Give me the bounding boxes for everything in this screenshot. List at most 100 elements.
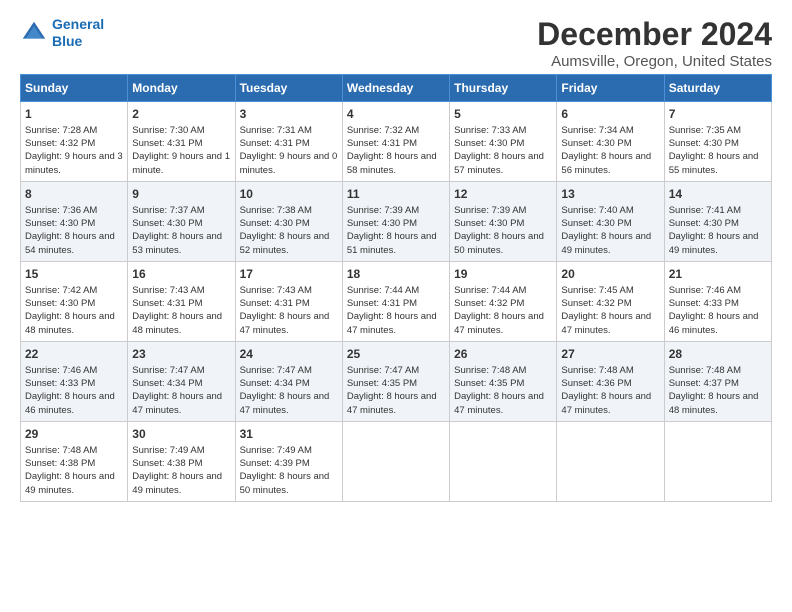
sunset: Sunset: 4:38 PM bbox=[25, 458, 95, 469]
sunrise: Sunrise: 7:41 AM bbox=[669, 205, 741, 216]
sunset: Sunset: 4:31 PM bbox=[347, 138, 417, 149]
sunrise: Sunrise: 7:33 AM bbox=[454, 125, 526, 136]
sunrise: Sunrise: 7:47 AM bbox=[240, 365, 312, 376]
calendar-cell: 12 Sunrise: 7:39 AM Sunset: 4:30 PM Dayligh… bbox=[450, 181, 557, 261]
sunset: Sunset: 4:30 PM bbox=[669, 218, 739, 229]
daylight: Daylight: 9 hours and 3 minutes. bbox=[25, 151, 123, 175]
calendar-cell: 9 Sunrise: 7:37 AM Sunset: 4:30 PM Daylight… bbox=[128, 181, 235, 261]
calendar-cell: 11Sunrise: 7:39 AMSunset: 4:30 PMDayligh… bbox=[342, 181, 449, 261]
col-saturday: Saturday bbox=[664, 75, 771, 102]
sunset: Sunset: 4:31 PM bbox=[132, 138, 202, 149]
calendar-cell: 21Sunrise: 7:46 AMSunset: 4:33 PMDayligh… bbox=[664, 261, 771, 341]
calendar-cell: 28Sunrise: 7:48 AMSunset: 4:37 PMDayligh… bbox=[664, 341, 771, 421]
calendar-cell: 5Sunrise: 7:33 AMSunset: 4:30 PMDaylight… bbox=[450, 102, 557, 182]
daylight: Daylight: 8 hours and 53 minutes. bbox=[132, 231, 222, 255]
calendar-cell: 29Sunrise: 7:48 AMSunset: 4:38 PMDayligh… bbox=[21, 421, 128, 501]
sunrise: Sunrise: 7:44 AM bbox=[454, 285, 526, 296]
sunrise: Sunrise: 7:49 AM bbox=[240, 445, 312, 456]
sunrise: Sunrise: 7:46 AM bbox=[669, 285, 741, 296]
sunrise: Sunrise: 7:37 AM bbox=[132, 205, 204, 216]
calendar-cell: 20Sunrise: 7:45 AMSunset: 4:32 PMDayligh… bbox=[557, 261, 664, 341]
header: General Blue December 2024 Aumsville, Or… bbox=[20, 16, 772, 70]
sunrise: Sunrise: 7:30 AM bbox=[132, 125, 204, 136]
daylight: Daylight: 8 hours and 58 minutes. bbox=[347, 151, 437, 175]
daylight: Daylight: 9 hours and 1 minute. bbox=[132, 151, 230, 175]
sunset: Sunset: 4:39 PM bbox=[240, 458, 310, 469]
sunset: Sunset: 4:35 PM bbox=[454, 378, 524, 389]
sunrise: Sunrise: 7:48 AM bbox=[561, 365, 633, 376]
daylight: Daylight: 8 hours and 48 minutes. bbox=[25, 311, 115, 335]
calendar-cell: 8Sunrise: 7:36 AMSunset: 4:30 PMDaylight… bbox=[21, 181, 128, 261]
day-number: 22 bbox=[25, 346, 123, 363]
sunrise: Sunrise: 7:45 AM bbox=[561, 285, 633, 296]
week-row-3: 22Sunrise: 7:46 AMSunset: 4:33 PMDayligh… bbox=[21, 341, 772, 421]
daylight: Daylight: 8 hours and 49 minutes. bbox=[561, 231, 651, 255]
sunset: Sunset: 4:38 PM bbox=[132, 458, 202, 469]
daylight: Daylight: 8 hours and 47 minutes. bbox=[347, 311, 437, 335]
calendar-cell: 17Sunrise: 7:43 AMSunset: 4:31 PMDayligh… bbox=[235, 261, 342, 341]
sunset: Sunset: 4:34 PM bbox=[132, 378, 202, 389]
day-number: 27 bbox=[561, 346, 659, 363]
sunrise: Sunrise: 7:39 AM bbox=[454, 205, 526, 216]
calendar-cell: 1Sunrise: 7:28 AMSunset: 4:32 PMDaylight… bbox=[21, 102, 128, 182]
day-number: 11 bbox=[347, 186, 445, 203]
calendar-cell: 22Sunrise: 7:46 AMSunset: 4:33 PMDayligh… bbox=[21, 341, 128, 421]
calendar-cell: 24Sunrise: 7:47 AMSunset: 4:34 PMDayligh… bbox=[235, 341, 342, 421]
day-number: 29 bbox=[25, 426, 123, 443]
sunset: Sunset: 4:32 PM bbox=[561, 298, 631, 309]
sunrise: Sunrise: 7:43 AM bbox=[132, 285, 204, 296]
calendar-cell: 4Sunrise: 7:32 AMSunset: 4:31 PMDaylight… bbox=[342, 102, 449, 182]
sunrise: Sunrise: 7:47 AM bbox=[132, 365, 204, 376]
sunrise: Sunrise: 7:46 AM bbox=[25, 365, 97, 376]
calendar-cell: 18Sunrise: 7:44 AMSunset: 4:31 PMDayligh… bbox=[342, 261, 449, 341]
sunrise: Sunrise: 7:35 AM bbox=[669, 125, 741, 136]
sunrise: Sunrise: 7:48 AM bbox=[454, 365, 526, 376]
day-number: 18 bbox=[347, 266, 445, 283]
day-number: 30 bbox=[132, 426, 230, 443]
calendar-cell bbox=[342, 421, 449, 501]
sunset: Sunset: 4:31 PM bbox=[240, 298, 310, 309]
day-number: 26 bbox=[454, 346, 552, 363]
sunset: Sunset: 4:30 PM bbox=[454, 218, 524, 229]
day-number: 23 bbox=[132, 346, 230, 363]
main-title: December 2024 bbox=[537, 16, 772, 53]
calendar-cell: 13Sunrise: 7:40 AMSunset: 4:30 PMDayligh… bbox=[557, 181, 664, 261]
day-number: 3 bbox=[240, 106, 338, 123]
day-number: 21 bbox=[669, 266, 767, 283]
calendar-cell: 27Sunrise: 7:48 AMSunset: 4:36 PMDayligh… bbox=[557, 341, 664, 421]
sunset: Sunset: 4:30 PM bbox=[132, 218, 202, 229]
daylight: Daylight: 8 hours and 48 minutes. bbox=[132, 311, 222, 335]
daylight: Daylight: 8 hours and 57 minutes. bbox=[454, 151, 544, 175]
sunrise: Sunrise: 7:40 AM bbox=[561, 205, 633, 216]
day-number: 19 bbox=[454, 266, 552, 283]
calendar-cell: 25Sunrise: 7:47 AMSunset: 4:35 PMDayligh… bbox=[342, 341, 449, 421]
day-number: 28 bbox=[669, 346, 767, 363]
sunset: Sunset: 4:30 PM bbox=[454, 138, 524, 149]
daylight: Daylight: 8 hours and 54 minutes. bbox=[25, 231, 115, 255]
sunrise: Sunrise: 7:43 AM bbox=[240, 285, 312, 296]
sunset: Sunset: 4:31 PM bbox=[240, 138, 310, 149]
sunrise: Sunrise: 7:42 AM bbox=[25, 285, 97, 296]
header-row: Sunday Monday Tuesday Wednesday Thursday… bbox=[21, 75, 772, 102]
calendar-cell: 6Sunrise: 7:34 AMSunset: 4:30 PMDaylight… bbox=[557, 102, 664, 182]
calendar-cell: 3Sunrise: 7:31 AMSunset: 4:31 PMDaylight… bbox=[235, 102, 342, 182]
sunset: Sunset: 4:30 PM bbox=[25, 298, 95, 309]
day-number: 4 bbox=[347, 106, 445, 123]
sunset: Sunset: 4:31 PM bbox=[132, 298, 202, 309]
daylight: Daylight: 8 hours and 47 minutes. bbox=[240, 391, 330, 415]
col-tuesday: Tuesday bbox=[235, 75, 342, 102]
calendar-cell: 2Sunrise: 7:30 AMSunset: 4:31 PMDaylight… bbox=[128, 102, 235, 182]
sunrise: Sunrise: 7:44 AM bbox=[347, 285, 419, 296]
day-number: 10 bbox=[240, 186, 338, 203]
calendar-cell bbox=[557, 421, 664, 501]
day-number: 9 bbox=[132, 186, 230, 203]
day-number: 12 bbox=[454, 186, 552, 203]
daylight: Daylight: 8 hours and 56 minutes. bbox=[561, 151, 651, 175]
day-number: 25 bbox=[347, 346, 445, 363]
calendar-cell bbox=[664, 421, 771, 501]
sunset: Sunset: 4:34 PM bbox=[240, 378, 310, 389]
daylight: Daylight: 8 hours and 50 minutes. bbox=[454, 231, 544, 255]
sunset: Sunset: 4:37 PM bbox=[669, 378, 739, 389]
sunset: Sunset: 4:30 PM bbox=[669, 138, 739, 149]
calendar-cell: 16Sunrise: 7:43 AMSunset: 4:31 PMDayligh… bbox=[128, 261, 235, 341]
